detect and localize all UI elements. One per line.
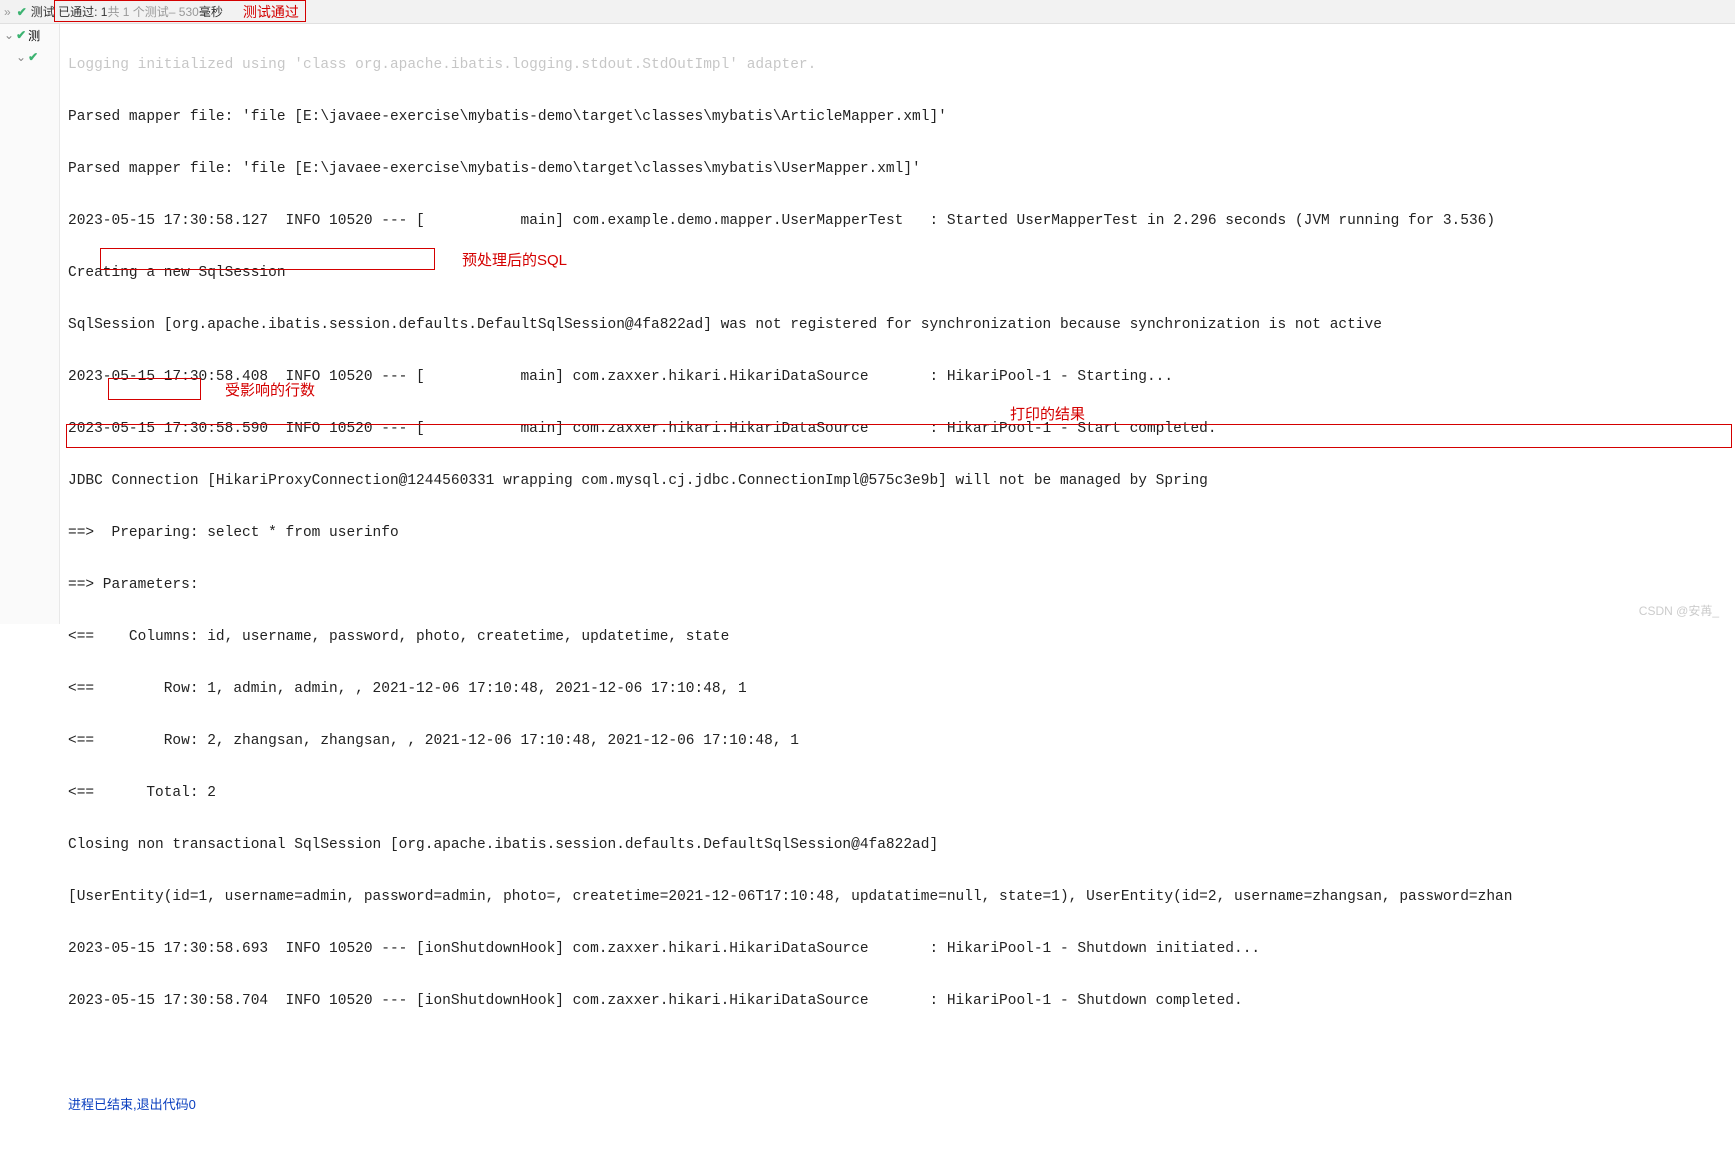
test-tree-row[interactable]: ⌄ ✔ 测 [0,24,59,46]
check-icon: ✔ [16,28,26,42]
chevron-down-icon: ⌄ [16,50,26,64]
log-line: <== Columns: id, username, password, pho… [68,624,1727,650]
log-line: Logging initialized using 'class org.apa… [68,52,1727,78]
check-icon: ✔ [17,5,27,19]
log-line: 2023-05-15 17:30:58.704 INFO 10520 --- [… [68,988,1727,1014]
test-tree-row[interactable]: ⌄ ✔ [0,46,59,68]
log-line: ==> Preparing: select * from userinfo [68,520,1727,546]
chevron-right-icon: » [4,5,11,19]
log-line: 2023-05-15 17:30:58.408 INFO 10520 --- [… [68,364,1727,390]
log-line: [UserEntity(id=1, username=admin, passwo… [68,884,1727,910]
chevron-down-icon: ⌄ [4,28,14,42]
log-line: Parsed mapper file: 'file [E:\javaee-exe… [68,104,1727,130]
check-icon: ✔ [28,50,38,64]
blank-line [68,1040,1727,1066]
test-tree-label: 测 [28,27,40,44]
log-line: 2023-05-15 17:30:58.693 INFO 10520 --- [… [68,936,1727,962]
watermark: CSDN @安苒_ [1639,602,1719,619]
log-line: <== Row: 2, zhangsan, zhangsan, , 2021-1… [68,728,1727,754]
test-status-bar: » ✔ 测试 已通过: 1 共 1 个测试 – 530 毫秒 测试通过 [0,0,1735,24]
log-line: JDBC Connection [HikariProxyConnection@1… [68,468,1727,494]
log-line: ==> Parameters: [68,572,1727,598]
log-line: 2023-05-15 17:30:58.127 INFO 10520 --- [… [68,208,1727,234]
test-duration-unit: 毫秒 [199,3,223,20]
log-line: Creating a new SqlSession [68,260,1727,286]
exit-line: 进程已结束,退出代码0 [68,1092,1727,1118]
log-line: Closing non transactional SqlSession [or… [68,832,1727,858]
test-duration-num: – 530 [169,5,199,19]
log-line: Parsed mapper file: 'file [E:\javaee-exe… [68,156,1727,182]
log-line: 2023-05-15 17:30:58.590 INFO 10520 --- [… [68,416,1727,442]
annotation-test-passed: 测试通过 [243,2,299,22]
log-line: SqlSession [org.apache.ibatis.session.de… [68,312,1727,338]
console-output[interactable]: Logging initialized using 'class org.apa… [60,24,1735,1152]
log-line: <== Row: 1, admin, admin, , 2021-12-06 1… [68,676,1727,702]
test-total-count: 共 1 个测试 [107,3,168,20]
test-tree-sidebar: ⌄ ✔ 测 ⌄ ✔ [0,24,60,624]
test-pass-count: 测试 已通过: 1 [31,3,108,20]
log-line: <== Total: 2 [68,780,1727,806]
